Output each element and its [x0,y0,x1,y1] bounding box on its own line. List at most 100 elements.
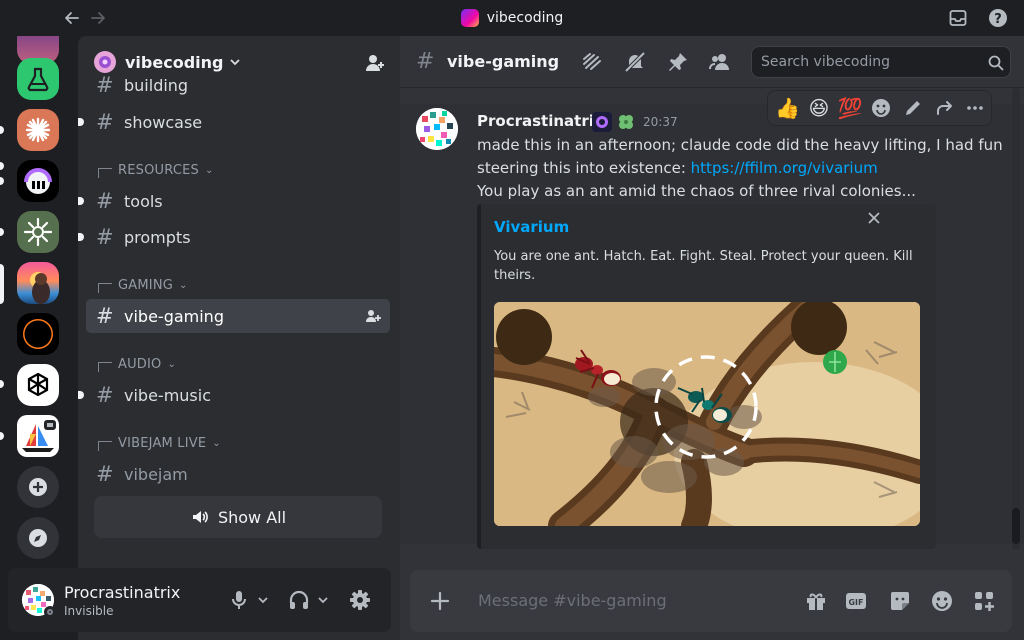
embed-description: You are one ant. Hatch. Eat. Fight. Stea… [494,249,913,283]
add-user-icon[interactable] [364,52,386,74]
chevron-down-icon[interactable] [256,588,270,612]
flask-icon[interactable] [17,58,59,100]
channel-label: vibejam [124,464,188,484]
arrow-right-icon[interactable] [88,8,108,28]
channel-sidebar: vibecoding # building # showcase RESOURC… [78,36,400,640]
unread-pill [0,228,4,236]
category-gaming[interactable]: GAMING ⌄ [98,275,187,295]
category-label: VIBEJAM LIVE [118,435,207,451]
bell-muted-icon[interactable] [623,50,647,74]
embed-image[interactable] [494,302,920,526]
channel-vibe-gaming[interactable]: # vibe-gaming [86,299,390,333]
reaction-laughing[interactable]: 😆 [803,92,834,124]
sailboat-icon[interactable] [17,415,59,457]
message-input-placeholder: Message #vibe-gaming [478,591,667,610]
show-all-button[interactable]: Show All [94,496,382,538]
channel-showcase[interactable]: # showcase [78,105,390,139]
openai-knot-icon[interactable] [17,364,59,406]
edit-icon[interactable] [897,92,928,124]
channel-header: # vibe-gaming Search vibecoding [400,36,1024,88]
members-icon[interactable] [708,50,732,74]
message-actions: 👍 😆 💯 [767,90,992,126]
category-resources[interactable]: RESOURCES ⌄ [98,160,213,180]
headphones-face-icon[interactable] [17,160,59,202]
channel-building[interactable]: # building [86,74,390,96]
channel-label: tools [124,191,163,211]
unread-pill [0,177,4,185]
unread-pill [78,197,84,205]
unread-pill [78,391,84,399]
main-panel: # vibe-gaming Search vibecoding Procrast… [400,36,1024,640]
reaction-thumbs-up[interactable]: 👍 [772,92,803,124]
close-icon[interactable] [866,210,882,226]
discord-app: vibecoding ? vibecoding # building # sho… [0,0,1024,640]
forward-icon[interactable] [928,92,959,124]
show-all-label: Show All [217,507,287,527]
help-icon[interactable]: ? [988,8,1008,28]
unread-pill [0,380,4,388]
headphones-icon[interactable] [287,588,311,612]
emoji-icon[interactable] [930,589,954,613]
chevron-down-icon: ⌄ [179,279,188,291]
plus-icon[interactable] [17,466,59,508]
channel-title: vibe-gaming [447,52,560,71]
threads-icon[interactable] [581,50,605,74]
channel-vibejam[interactable]: # vibejam [86,457,390,491]
channel-tools[interactable]: # tools [78,184,390,218]
chevron-down-icon[interactable] [316,588,330,612]
pin-icon[interactable] [666,50,690,74]
gift-icon[interactable] [804,589,828,613]
search-input[interactable]: Search vibecoding [751,46,1011,78]
svg-text:?: ? [994,12,1002,27]
channel-label: vibe-gaming [124,306,224,326]
game-screenshot [494,302,920,526]
search-placeholder: Search vibecoding [761,54,891,70]
sticker-icon[interactable] [888,589,912,613]
compass-icon[interactable] [17,517,59,559]
hash-icon: # [96,189,114,213]
avatar[interactable] [416,108,458,150]
message-composer[interactable]: Message #vibe-gaming GIF [410,570,1012,632]
invite-icon[interactable] [364,307,382,325]
sunburst-icon[interactable] [17,211,59,253]
category-audio[interactable]: AUDIO ⌄ [98,354,176,374]
microphone-icon[interactable] [227,588,251,612]
scrollbar-track[interactable] [1012,88,1020,550]
embed-title[interactable]: Vivarium [494,218,569,236]
channel-prompts[interactable]: # prompts [78,220,390,254]
hash-icon: # [96,225,114,249]
category-label: GAMING [118,277,174,293]
selected-pill [0,264,4,304]
hash-icon: # [96,74,114,96]
attach-plus-icon[interactable] [428,589,452,613]
gear-icon[interactable] [348,588,372,612]
add-reaction-icon[interactable] [866,92,897,124]
search-icon [988,55,1004,71]
category-vibejam-live[interactable]: VIBEJAM LIVE ⌄ [98,433,221,453]
status-indicator [44,606,56,618]
claude-sparkle-icon[interactable] [17,109,59,151]
message-link[interactable]: https://ffilm.org/vivarium [691,159,878,177]
user-panel: Procrastinatrix Invisible [8,568,391,632]
channel-label: vibe-music [124,385,211,405]
more-icon[interactable] [960,92,991,124]
scrollbar-thumb[interactable] [1012,508,1020,544]
guild-name: vibecoding [125,52,224,72]
sunset-avatar-icon[interactable] [17,262,59,304]
username: Procrastinatrix [64,583,181,602]
inbox-icon[interactable] [948,8,968,28]
reaction-hundred[interactable]: 💯 [835,92,866,124]
gif-icon[interactable]: GIF [844,589,868,613]
chevron-down-icon [229,56,241,68]
window-title-text: vibecoding [486,10,564,26]
eclipse-icon[interactable] [17,313,59,355]
arrow-left-icon[interactable] [62,8,82,28]
chevron-down-icon: ⌄ [167,358,176,370]
message-author[interactable]: Procrastinatrix [477,112,604,130]
hash-icon: # [96,383,114,407]
channel-vibe-music[interactable]: # vibe-music [78,378,390,412]
speaker-icon [190,507,210,527]
server-icon [460,9,479,27]
apps-icon[interactable] [972,589,996,613]
user-status: Invisible [64,604,114,618]
